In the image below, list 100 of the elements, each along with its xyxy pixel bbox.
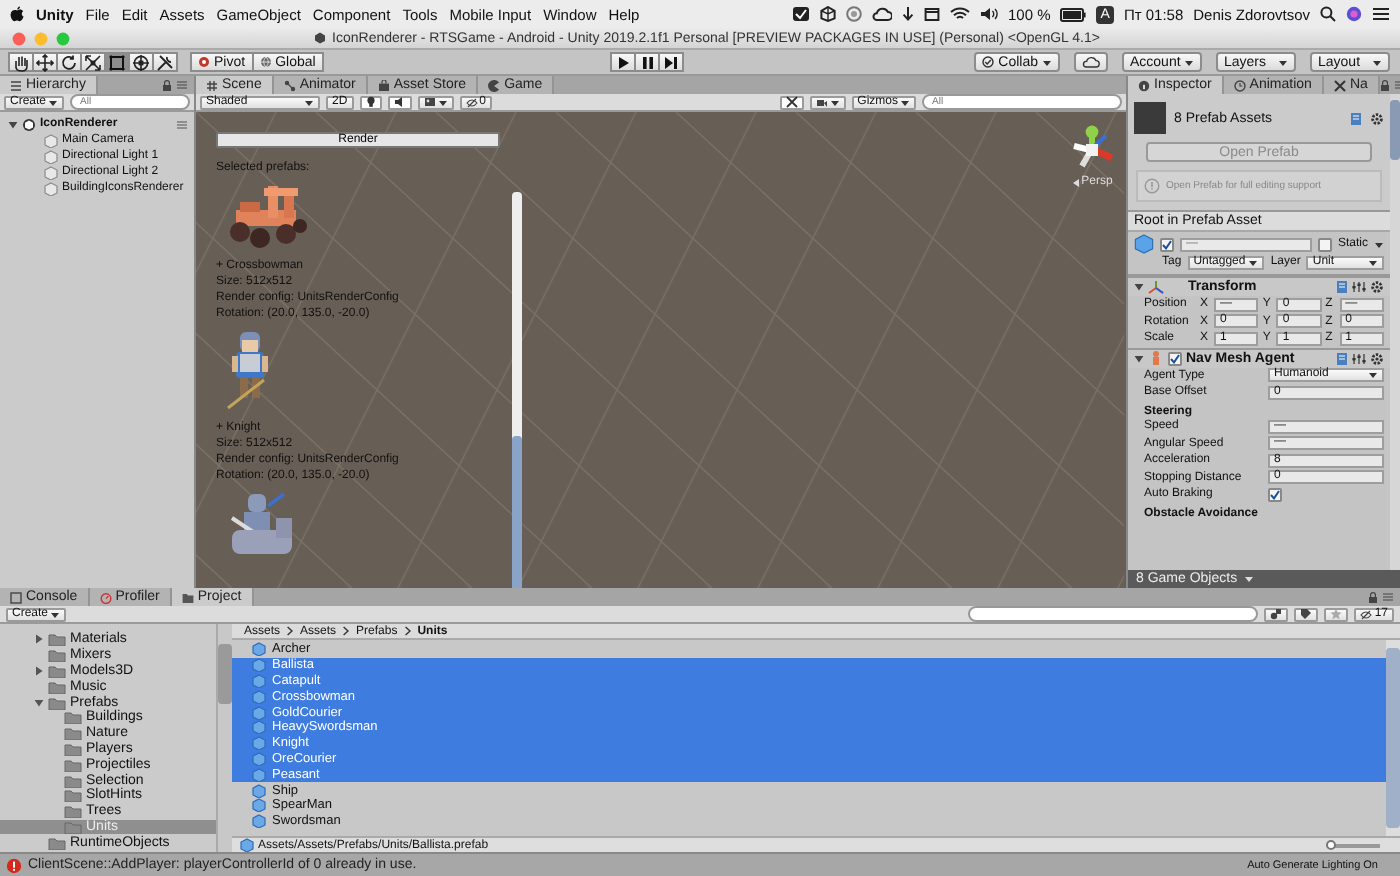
- settings-icon[interactable]: [1370, 111, 1384, 125]
- list-icon: [10, 79, 22, 91]
- move-icon: [36, 53, 54, 71]
- tool-button[interactable]: [152, 52, 178, 72]
- lock-icon[interactable]: [1368, 591, 1378, 603]
- bag-icon: [377, 79, 390, 91]
- wifi-icon[interactable]: [950, 6, 970, 22]
- camera-icon: [815, 97, 828, 107]
- check-circle-icon: [982, 56, 995, 68]
- arrow-down-icon[interactable]: [902, 6, 914, 22]
- shapes-icon: [1270, 608, 1283, 620]
- search-field[interactable]: [968, 606, 1259, 622]
- globe-icon: [259, 56, 272, 68]
- settings-icon[interactable]: [1370, 280, 1384, 294]
- scrollbar[interactable]: [1386, 640, 1400, 836]
- scrollbar[interactable]: [216, 624, 232, 852]
- pause-button[interactable]: [634, 52, 661, 72]
- pause-icon: [641, 55, 654, 69]
- battery-icon[interactable]: [1060, 7, 1087, 21]
- star-icon: [1330, 608, 1343, 620]
- caret-icon: [1372, 57, 1382, 67]
- apple-logo-icon[interactable]: [10, 6, 24, 22]
- tool-button[interactable]: [80, 52, 106, 72]
- tool-button[interactable]: [8, 52, 34, 72]
- hand-icon: [12, 53, 30, 71]
- play-button[interactable]: [610, 52, 637, 72]
- sliders-icon[interactable]: [1352, 351, 1366, 365]
- play-icon: [617, 55, 630, 69]
- clock-icon: [1233, 79, 1246, 91]
- caret-icon: [1278, 57, 1288, 67]
- cross-icon: [1333, 79, 1346, 91]
- wheel-icon[interactable]: [846, 6, 862, 22]
- sliders-icon[interactable]: [1352, 280, 1366, 294]
- tool-button[interactable]: [32, 52, 58, 72]
- help-book-icon[interactable]: [1350, 111, 1362, 125]
- caret-icon: [1042, 57, 1052, 67]
- cloud-icon: [1082, 56, 1100, 68]
- settings-icon[interactable]: [1370, 351, 1384, 365]
- console-icon: [10, 591, 22, 603]
- lock-icon[interactable]: [1379, 79, 1390, 91]
- static-checkbox[interactable]: [1317, 237, 1332, 251]
- nodes-icon: [283, 79, 296, 91]
- gauge-icon: [99, 591, 112, 603]
- pivot-icon: [198, 56, 210, 68]
- scale-icon: [84, 53, 102, 71]
- checkbox[interactable]: [1268, 487, 1282, 502]
- filter-type-button[interactable]: [1264, 607, 1289, 621]
- filter-label-button[interactable]: [1294, 607, 1319, 621]
- tool-button[interactable]: [56, 52, 82, 72]
- check-icon: [1170, 353, 1180, 363]
- chevron-icon: [286, 626, 295, 636]
- rect-tool-icon: [108, 53, 126, 71]
- tools-toggle[interactable]: [779, 95, 804, 109]
- siri-icon[interactable]: [1346, 6, 1362, 22]
- cloud-icon[interactable]: [872, 6, 892, 22]
- audio-toggle[interactable]: [387, 95, 412, 109]
- caret-icon: [1184, 57, 1195, 67]
- box-icon[interactable]: [924, 6, 940, 22]
- effects-dropdown[interactable]: [417, 95, 454, 109]
- slider-thumb[interactable]: [1326, 839, 1336, 849]
- volume-icon[interactable]: [980, 6, 998, 22]
- pacman-icon: [488, 79, 501, 91]
- camera-dropdown[interactable]: [809, 95, 846, 109]
- active-checkbox[interactable]: [1160, 237, 1174, 251]
- chevron-icon: [342, 626, 351, 636]
- scrollbar[interactable]: [1390, 94, 1400, 570]
- triangle-icon[interactable]: [33, 697, 43, 708]
- rotate-icon: [60, 53, 78, 71]
- triangle-icon[interactable]: [7, 119, 17, 129]
- eye-slash-icon: [465, 97, 478, 107]
- triangle-icon[interactable]: [1134, 282, 1144, 292]
- eye-slash-icon: [1360, 609, 1373, 619]
- caret-icon[interactable]: [1243, 574, 1254, 584]
- search-icon[interactable]: [1320, 6, 1336, 22]
- check-icon: [1162, 239, 1172, 249]
- arrow-left-icon: [1071, 177, 1080, 187]
- wrench-icon: [156, 53, 174, 71]
- lock-icon[interactable]: [162, 79, 172, 91]
- grid-icon: [206, 79, 218, 91]
- info-icon: [1138, 79, 1150, 91]
- step-icon: [664, 55, 679, 69]
- prefab-thumbnail: [1134, 102, 1166, 134]
- triangle-icon[interactable]: [1134, 353, 1144, 363]
- agent-icon: [1148, 350, 1164, 366]
- cloud-button[interactable]: [1074, 52, 1108, 72]
- error-icon: [6, 857, 22, 873]
- triangle-icon[interactable]: [33, 665, 43, 676]
- scrollbar[interactable]: [512, 192, 522, 588]
- axes-icon: [1148, 279, 1164, 295]
- transform-icon: [132, 53, 150, 71]
- tool-button[interactable]: [104, 52, 130, 72]
- triangle-icon[interactable]: [33, 634, 43, 645]
- bulb-icon: [365, 96, 376, 108]
- step-button[interactable]: [658, 52, 685, 72]
- check-icon: [1270, 489, 1280, 500]
- tool-button[interactable]: [128, 52, 154, 72]
- enabled-checkbox[interactable]: [1168, 351, 1182, 365]
- chevron-icon: [403, 626, 412, 636]
- list-icon[interactable]: [1372, 6, 1390, 22]
- lighting-toggle[interactable]: [359, 95, 382, 109]
